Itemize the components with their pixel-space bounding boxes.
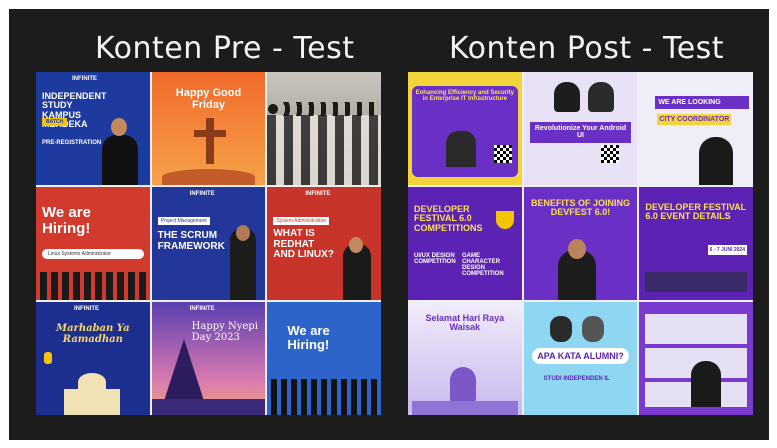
pre-tile-ramadhan[interactable]: INFINITE Marhaban Ya Ramadhan (36, 302, 150, 415)
batch-badge: BATCH (42, 118, 68, 126)
tile-subtitle: STUDI INDEPENDEN IL (543, 376, 610, 382)
crowd-heads (267, 102, 381, 116)
brand-logo: INFINITE (189, 306, 215, 312)
speaker-photo (446, 131, 476, 167)
person-illustration (102, 135, 138, 185)
post-tile-devfest-competitions[interactable]: DEVELOPER FESTIVAL 6.0 COMPETITIONS UI/U… (408, 187, 522, 300)
post-tile-team-photos[interactable] (639, 302, 753, 415)
pre-tile-hiring-team[interactable]: We are Hiring! (267, 302, 381, 415)
silhouette (699, 137, 734, 185)
person-head (235, 225, 250, 241)
tile-title: Happy Good Friday (175, 87, 242, 111)
post-tile-waisak[interactable]: Selamat Hari Raya Waisak (408, 302, 522, 415)
tile-title: DEVELOPER FESTIVAL 6.0 EVENT DETAILS (645, 202, 747, 222)
cross-icon (205, 118, 214, 164)
speaker-photo-2 (587, 82, 614, 112)
person-head (567, 239, 586, 259)
post-tile-alumni[interactable]: APA KATA ALUMNI? STUDI INDEPENDEN IL (523, 302, 638, 415)
venue-photo (645, 272, 747, 292)
subtitle: CITY COORDINATOR (657, 114, 732, 125)
pre-tile-good-friday[interactable]: Happy Good Friday (151, 72, 266, 185)
tile-title: APA KATA ALUMNI? (531, 348, 630, 364)
tile-title: Selamat Hari Raya Waisak (425, 313, 505, 333)
person-head (111, 118, 127, 136)
pre-tile-hiring-linux[interactable]: We are Hiring! Linux Systems Administrat… (36, 187, 150, 300)
temple-silhouette (412, 401, 518, 415)
pre-test-grid: INFINITE INDEPENDENT STUDY KAMPUS MERDEK… (36, 72, 381, 415)
tile-title: WHAT IS REDHAT AND LINUX? (273, 228, 334, 260)
trophy-icon (495, 211, 514, 229)
speaker-photo-1 (553, 82, 580, 112)
post-test-heading: Konten Post - Test (449, 31, 725, 66)
post-tile-android-ui[interactable]: Revolutionize Your Android UI (523, 72, 638, 185)
brand-logo: INFINITE (305, 191, 331, 197)
hill (161, 169, 256, 185)
post-tile-city-coordinator[interactable]: WE ARE LOOKING CITY COORDINATOR (639, 72, 753, 185)
tile-title: Revolutionize Your Android UI (529, 122, 632, 143)
title-banner: WE ARE LOOKING (655, 96, 749, 109)
temple-icon (163, 339, 204, 401)
cross-bar (193, 130, 226, 137)
tile-title: We are Hiring! (287, 323, 330, 352)
buddha-silhouette (450, 367, 476, 403)
person-photo (691, 361, 722, 407)
post-tile-devfest-event-details[interactable]: DEVELOPER FESTIVAL 6.0 EVENT DETAILS 6 -… (639, 187, 753, 300)
competition-2: GAME CHARACTER DESIGN COMPETITION (462, 253, 504, 277)
category-tag: Project Management (157, 217, 210, 225)
brand-logo: INFINITE (72, 76, 97, 82)
tile-title: We are Hiring! (42, 204, 91, 237)
tile-title: BENEFITS OF JOINING DEVFEST 6.0! (530, 198, 630, 218)
tile-title: THE SCRUM FRAMEWORK (157, 230, 225, 252)
post-test-grid: Enhancing Efficiency and Security in Ent… (408, 72, 753, 415)
water (151, 399, 266, 415)
tile-title: DEVELOPER FESTIVAL 6.0 COMPETITIONS (414, 204, 483, 233)
alumni-photo-1 (549, 316, 572, 342)
team-illustration (40, 272, 146, 300)
pre-tile-nyepi[interactable]: INFINITE Happy Nyepi Day 2023 (151, 302, 266, 415)
post-tile-enterprise-it[interactable]: Enhancing Efficiency and Security in Ent… (408, 72, 522, 185)
group-photo (267, 115, 381, 185)
qr-code (493, 145, 512, 163)
pre-tile-independent-study[interactable]: INFINITE INDEPENDENT STUDY KAMPUS MERDEK… (36, 72, 150, 185)
tile-subtitle: PRE-REGISTRATION (42, 140, 102, 146)
mosque-dome (78, 373, 106, 391)
content-comparison-frame: Konten Pre - Test Konten Post - Test INF… (9, 9, 769, 440)
post-tile-devfest-benefits[interactable]: BENEFITS OF JOINING DEVFEST 6.0! (523, 187, 638, 300)
pre-test-heading: Konten Pre - Test (95, 31, 355, 66)
qr-code (601, 145, 620, 163)
lantern-icon (44, 352, 52, 364)
event-date: 6 - 7 JUNI 2024 (707, 245, 747, 255)
team-illustration (271, 379, 377, 415)
tile-title: Enhancing Efficiency and Security in Ent… (415, 90, 514, 103)
brand-logo: INFINITE (189, 191, 215, 197)
mosque-icon (64, 389, 120, 415)
pre-tile-redhat[interactable]: INFINITE System Administration WHAT IS R… (267, 187, 381, 300)
brand-logo: INFINITE (74, 306, 99, 312)
category-tag: System Administration (273, 217, 329, 225)
competition-1: UI/UX DESIGN COMPETITION (414, 253, 456, 265)
job-field: Linux Systems Administrator (42, 249, 144, 259)
pre-tile-scrum[interactable]: INFINITE Project Management THE SCRUM FR… (151, 187, 266, 300)
alumni-photo-2 (581, 316, 604, 342)
tile-title: Marhaban Ya Ramadhan (56, 323, 130, 345)
pre-tile-group-photo[interactable] (267, 72, 381, 185)
